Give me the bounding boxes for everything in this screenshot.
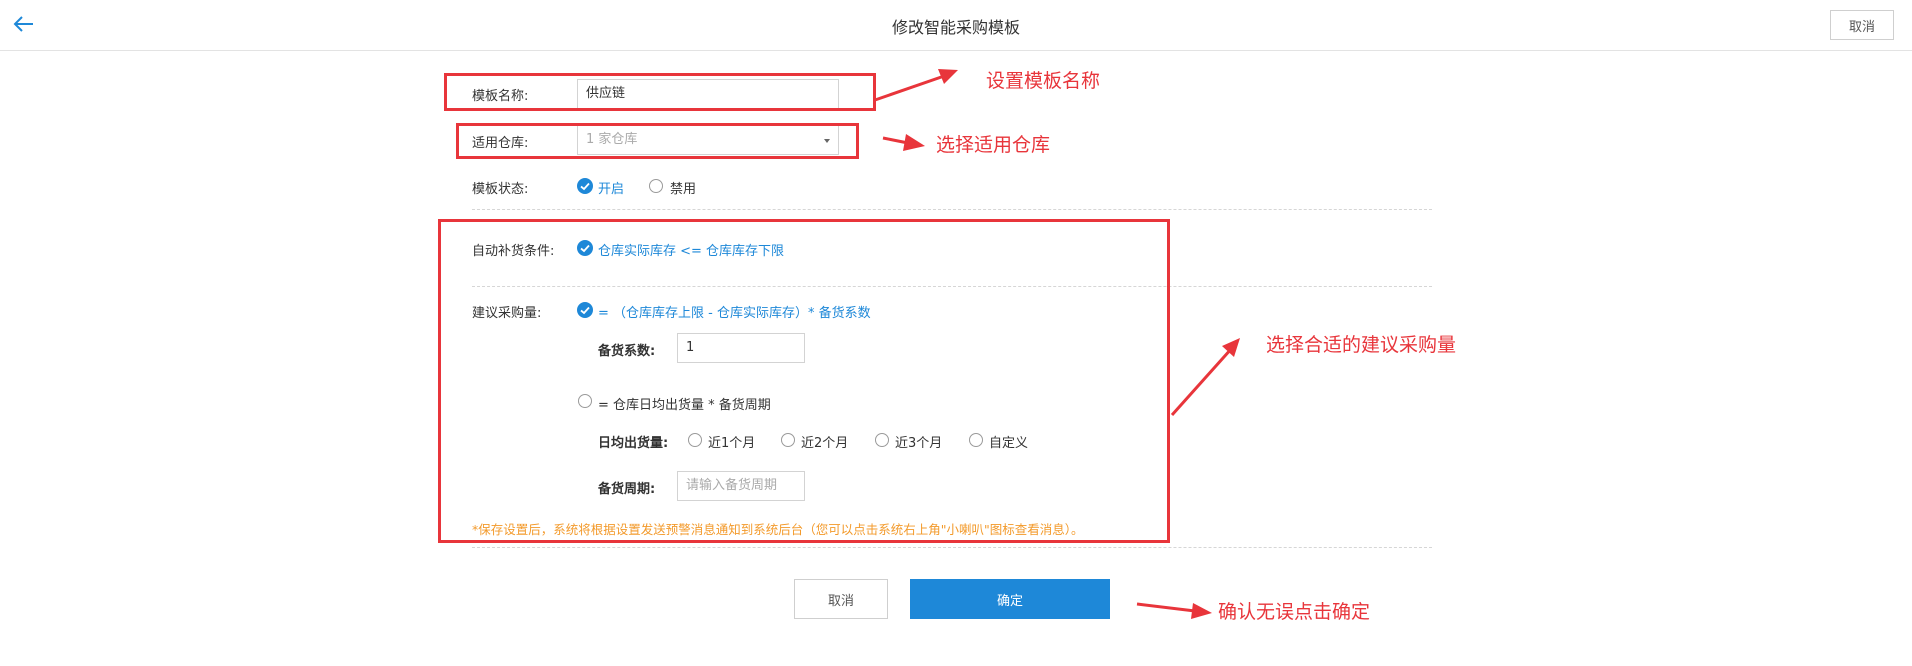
annotation-select-warehouse: 选择适用仓库 [936, 134, 1051, 156]
annotation-confirm: 确认无误点击确定 [1218, 601, 1371, 623]
annotation-set-name: 设置模板名称 [986, 70, 1101, 92]
annotation-arrows [874, 69, 1240, 619]
annotation-select-qty: 选择合适的建议采购量 [1266, 334, 1457, 356]
